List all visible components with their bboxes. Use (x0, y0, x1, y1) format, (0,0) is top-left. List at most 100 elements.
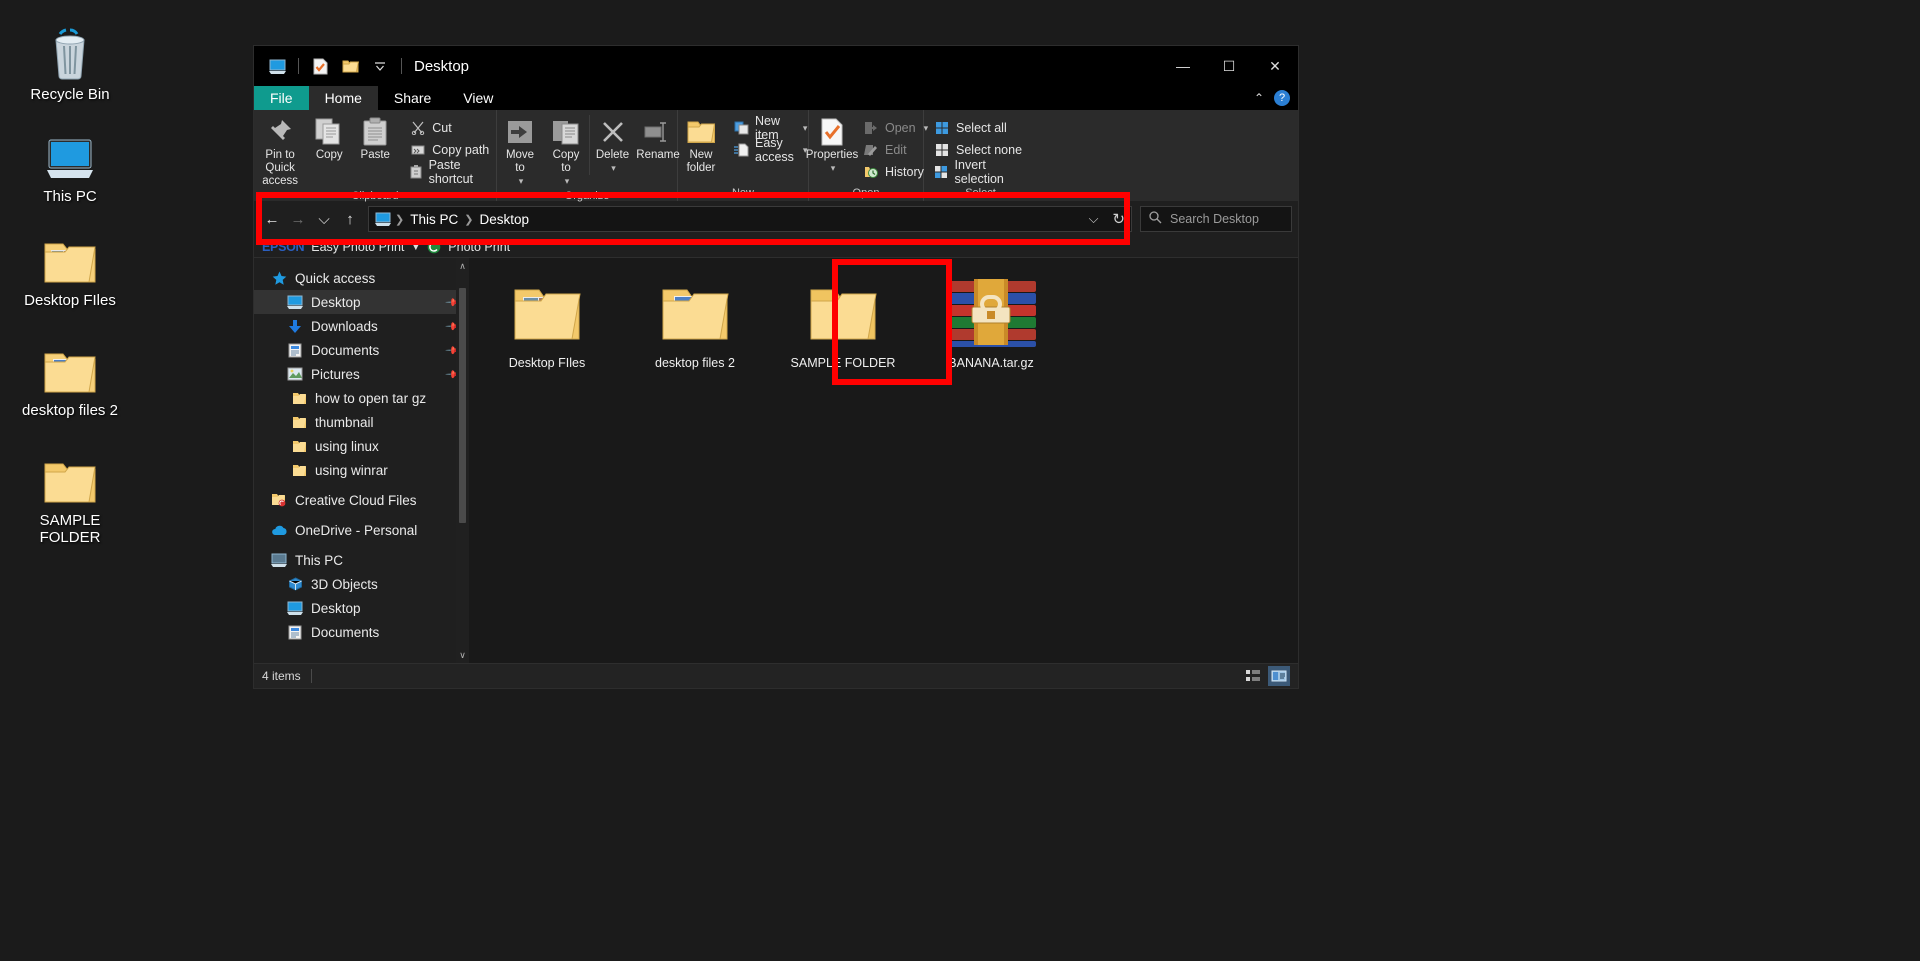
tab-share[interactable]: Share (378, 86, 447, 110)
copy-icon (314, 115, 344, 149)
copy-button[interactable]: Copy (306, 115, 352, 162)
sidebar-item-desktop[interactable]: Desktop 📌 (254, 290, 469, 314)
file-tile-banana-targz[interactable]: BANANA.tar.gz (933, 274, 1049, 371)
refresh-icon[interactable]: ↻ (1112, 210, 1125, 228)
navigation-pane-scrollbar[interactable]: ∧ ∨ (456, 258, 469, 663)
desktop-icon-sample-folder[interactable]: SAMPLE FOLDER (10, 444, 130, 546)
sidebar-item-this-pc-documents[interactable]: Documents (254, 620, 469, 644)
large-icons-view-icon[interactable] (1268, 666, 1290, 686)
sidebar-item-thumbnail[interactable]: thumbnail (254, 410, 469, 434)
paste-button[interactable]: Paste (352, 115, 398, 162)
ribbon-tabs: File Home Share View ⌃ ? (254, 86, 1298, 110)
minimize-button[interactable]: — (1160, 46, 1206, 86)
view-mode-buttons (1242, 666, 1290, 686)
sidebar-item-this-pc-desktop[interactable]: Desktop (254, 596, 469, 620)
chevron-down-icon[interactable]: ▾ (565, 175, 570, 188)
winrar-archive-icon (933, 274, 1049, 352)
desktop-icon-this-pc[interactable]: This PC (10, 120, 130, 205)
rename-button[interactable]: Rename (635, 115, 681, 162)
scroll-down-icon[interactable]: ∨ (456, 647, 469, 663)
chevron-down-icon[interactable]: ▼ (411, 242, 420, 252)
open-button[interactable]: Open ▾ (857, 117, 934, 139)
delete-button[interactable]: Delete ▾ (589, 115, 635, 175)
sidebar-item-downloads[interactable]: Downloads 📌 (254, 314, 469, 338)
easy-access-icon (734, 142, 749, 158)
desktop-icon-desktop-files-2[interactable]: desktop files 2 (10, 334, 130, 419)
file-tile-desktop-files-2[interactable]: desktop files 2 (637, 274, 753, 371)
file-tile-sample-folder[interactable]: SAMPLE FOLDER (785, 274, 901, 371)
sidebar-item-pictures[interactable]: Pictures 📌 (254, 362, 469, 386)
sidebar-item-how-to-open-tar-gz[interactable]: how to open tar gz (254, 386, 469, 410)
sidebar-item-documents[interactable]: Documents 📌 (254, 338, 469, 362)
title-bar[interactable]: Desktop — ☐ ✕ (254, 46, 1298, 86)
sidebar-item-label: OneDrive - Personal (295, 523, 417, 538)
chevron-down-icon[interactable]: ▾ (519, 175, 524, 188)
maximize-button[interactable]: ☐ (1206, 46, 1252, 86)
divider (401, 58, 402, 74)
this-pc-icon[interactable] (266, 55, 288, 77)
scrollbar-thumb[interactable] (459, 288, 466, 523)
desktop-icon-desktop-files[interactable]: Desktop FIles (10, 224, 130, 309)
recent-locations-button[interactable]: ⌵ (312, 207, 336, 231)
desktop-icon-label: SAMPLE FOLDER (10, 512, 130, 546)
file-explorer-window: Desktop — ☐ ✕ File Home Share View ⌃ ? (253, 45, 1299, 689)
status-bar: 4 items (254, 663, 1298, 688)
epson-photo-print-button[interactable]: Photo Print (448, 240, 510, 254)
invert-selection-button[interactable]: Invert selection (928, 161, 1037, 183)
chevron-down-icon[interactable]: ▾ (611, 162, 616, 175)
sidebar-item-this-pc[interactable]: This PC (254, 548, 469, 572)
back-button[interactable]: ← (260, 207, 284, 231)
close-button[interactable]: ✕ (1252, 46, 1298, 86)
collapse-ribbon-icon[interactable]: ⌃ (1254, 91, 1264, 105)
documents-icon (286, 623, 304, 641)
address-breadcrumb-bar[interactable]: ❯ This PC ❯ Desktop ⌵ ↻ (368, 206, 1132, 232)
sidebar-item-using-winrar[interactable]: using winrar (254, 458, 469, 482)
properties-button[interactable]: Properties ▾ (809, 115, 855, 175)
cut-button[interactable]: Cut (404, 117, 496, 139)
sidebar-item-label: Quick access (295, 271, 375, 286)
help-icon[interactable]: ? (1274, 90, 1290, 106)
forward-button[interactable]: → (286, 207, 310, 231)
tab-file[interactable]: File (254, 86, 309, 110)
sidebar-item-3d-objects[interactable]: 3D Objects (254, 572, 469, 596)
file-tile-desktop-files[interactable]: Desktop FIles (489, 274, 605, 371)
file-name: Desktop FIles (489, 356, 605, 371)
breadcrumb-this-pc[interactable]: This PC (406, 212, 462, 227)
desktop-icon-recycle-bin[interactable]: Recycle Bin (10, 18, 130, 103)
sidebar-item-onedrive-personal[interactable]: OneDrive - Personal (254, 518, 469, 542)
chevron-down-icon[interactable]: ⌵ (1089, 211, 1099, 227)
copy-to-button[interactable]: Copy to ▾ (543, 115, 589, 188)
tab-view[interactable]: View (447, 86, 509, 110)
new-folder-icon[interactable] (339, 55, 361, 77)
ribbon-group-open: Properties ▾ Open ▾ E (809, 110, 924, 201)
file-tiles: Desktop FIles desk (489, 274, 1288, 371)
chevron-down-icon[interactable]: ▾ (803, 123, 808, 134)
breadcrumb-desktop[interactable]: Desktop (475, 212, 533, 227)
properties-icon[interactable] (309, 55, 331, 77)
paste-shortcut-button[interactable]: Paste shortcut (404, 161, 496, 183)
history-button[interactable]: History (857, 161, 934, 183)
move-to-button[interactable]: Move to ▾ (497, 115, 543, 188)
sidebar-item-creative-cloud-files[interactable]: Creative Cloud Files (254, 488, 469, 512)
button-label: Paste (361, 149, 390, 162)
new-folder-button[interactable]: New folder (678, 115, 724, 175)
tab-home[interactable]: Home (309, 86, 378, 110)
explorer-main: Quick access Desktop 📌 Downloads 📌 (254, 258, 1298, 663)
select-all-button[interactable]: Select all (928, 117, 1037, 139)
file-list-view[interactable]: Desktop FIles desk (469, 258, 1298, 663)
chevron-down-icon[interactable]: ▾ (831, 162, 836, 175)
details-view-icon[interactable] (1242, 666, 1264, 686)
breadcrumb-separator: ❯ (462, 213, 475, 226)
customize-caret-icon[interactable] (369, 55, 391, 77)
easy-access-button[interactable]: Easy access ▾ (728, 139, 813, 161)
sidebar-item-using-linux[interactable]: using linux (254, 434, 469, 458)
pin-to-quick-access-button[interactable]: Pin to Quick access (254, 115, 306, 188)
scroll-up-icon[interactable]: ∧ (456, 258, 469, 274)
window-controls: — ☐ ✕ (1160, 46, 1298, 86)
sidebar-item-quick-access[interactable]: Quick access (254, 266, 469, 290)
edit-button[interactable]: Edit (857, 139, 934, 161)
up-button[interactable]: ↑ (338, 207, 362, 231)
ribbon-group-label: Open (809, 185, 923, 201)
search-box[interactable]: Search Desktop (1140, 206, 1292, 232)
epson-easy-photo-print-menu[interactable]: Easy Photo Print (311, 240, 404, 254)
